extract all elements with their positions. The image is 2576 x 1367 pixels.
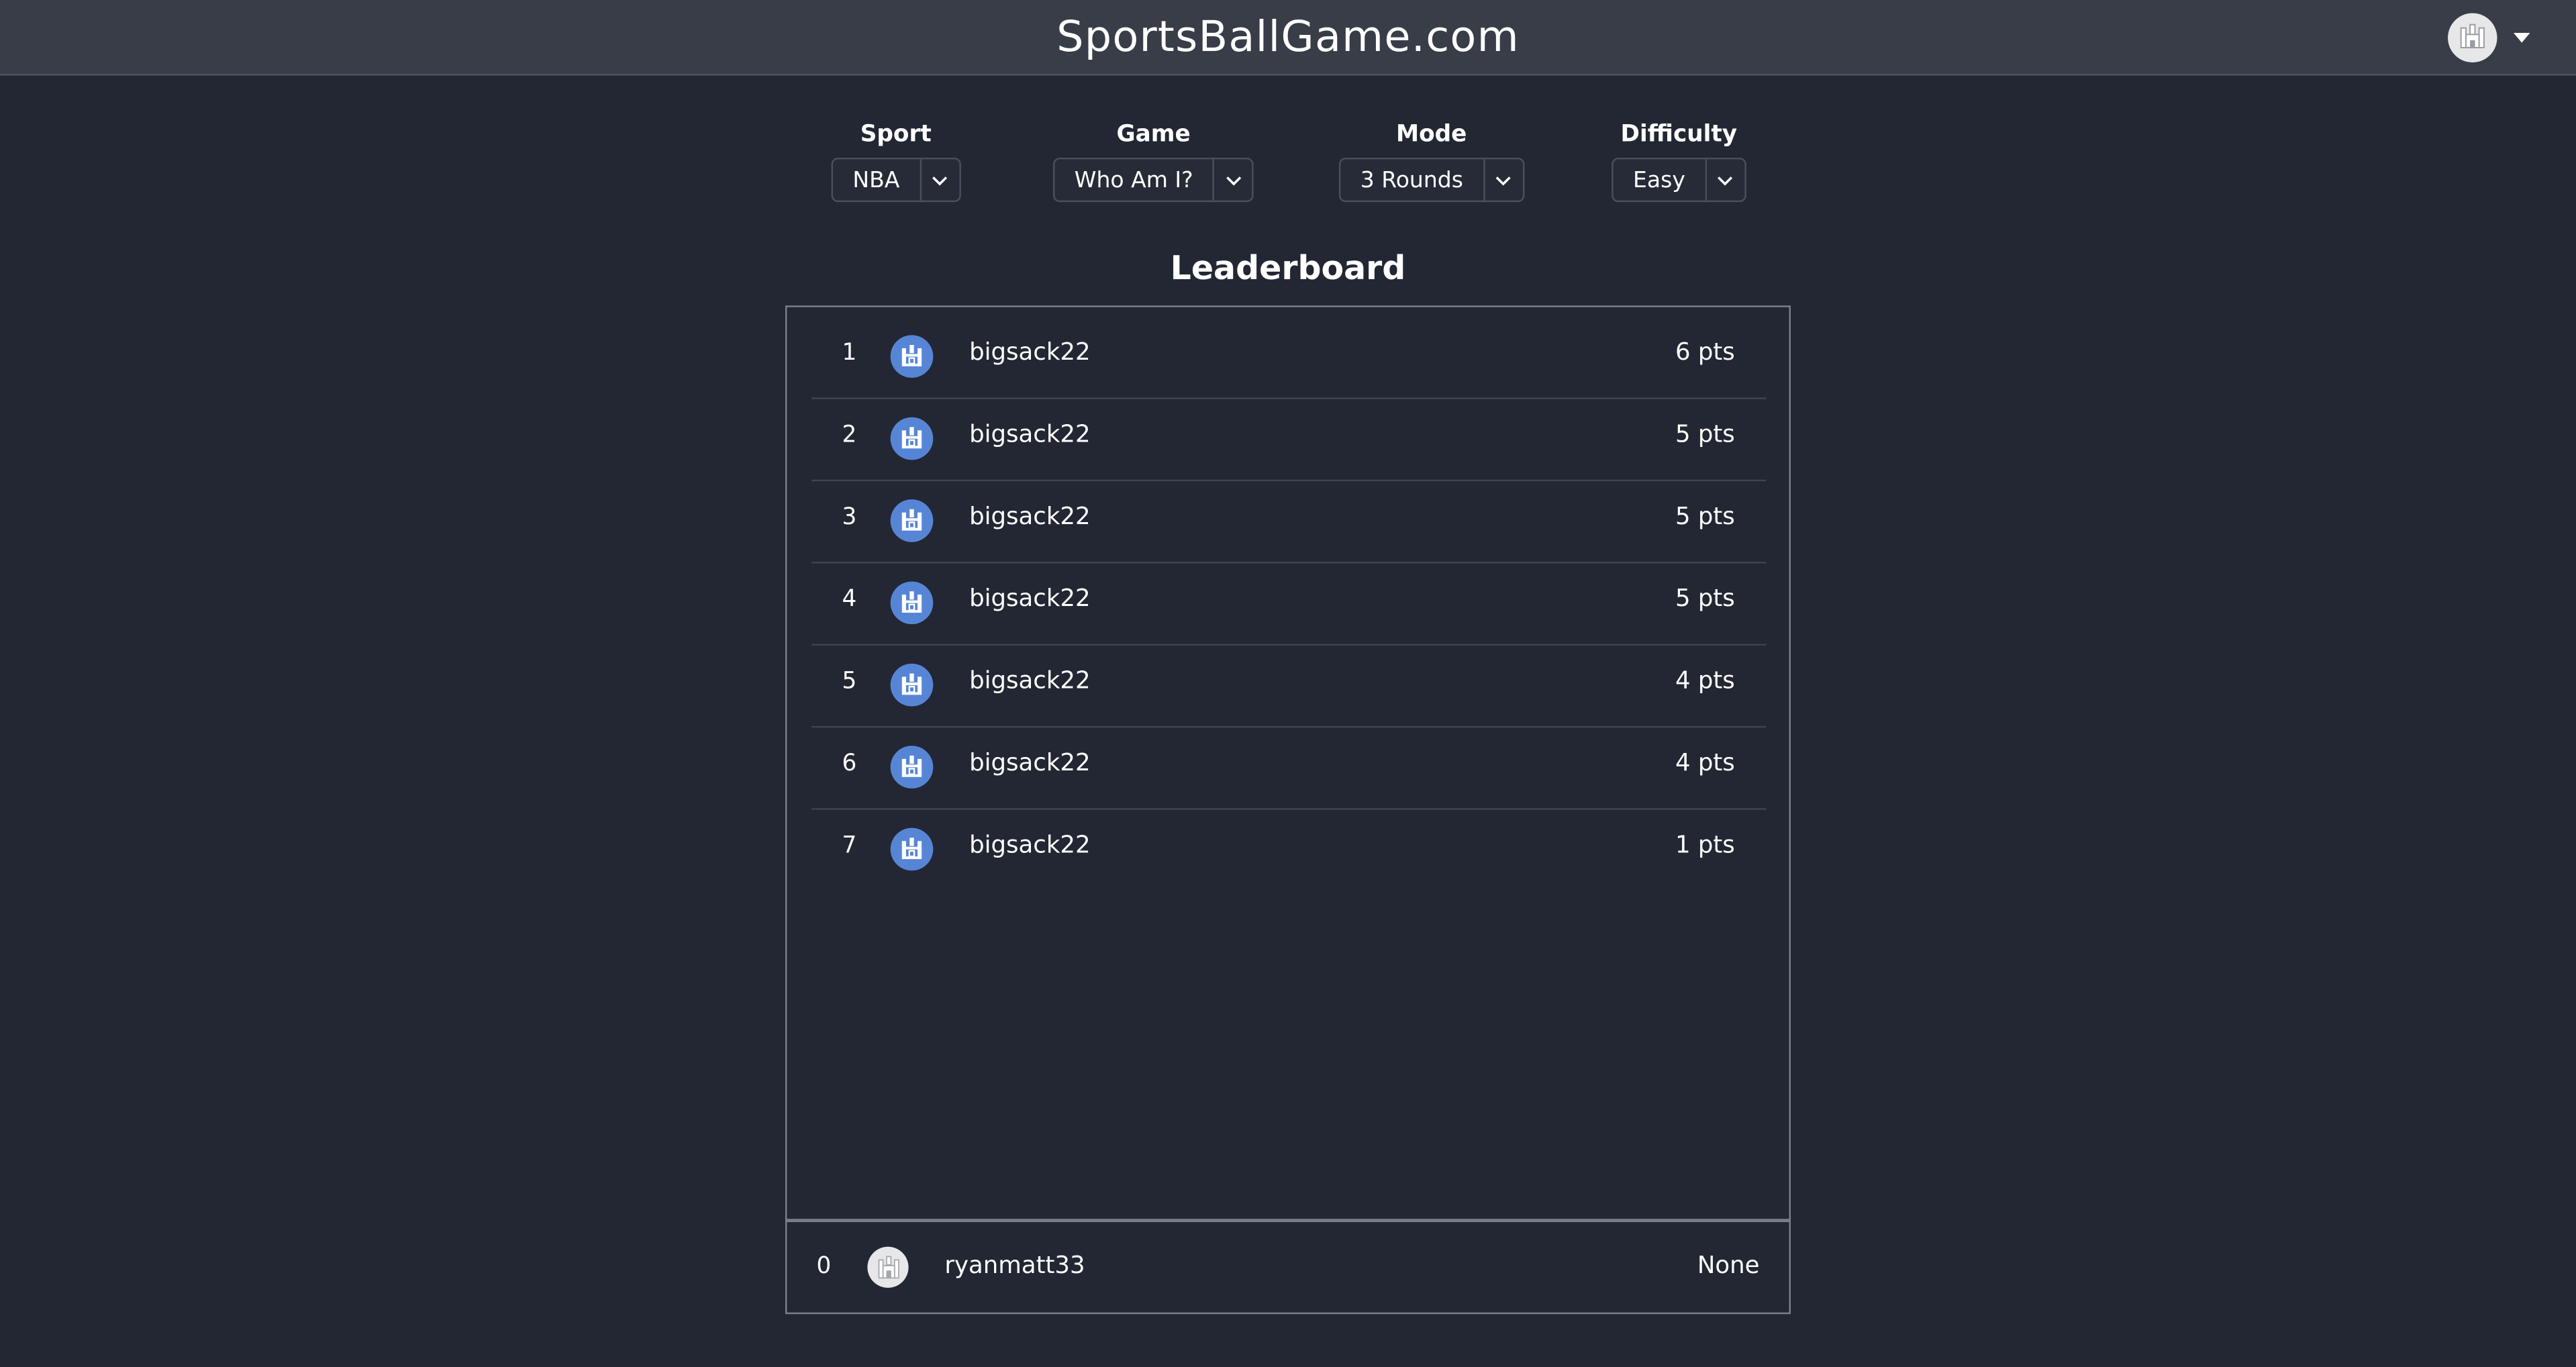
leaderboard-row[interactable]: 7 bigsack22 1 pts [811,810,1766,891]
current-user-row[interactable]: 0 ryanmatt33 None [785,1220,1791,1315]
rank-number: 6 [842,750,857,777]
rank-number: 4 [842,586,857,613]
sport-label: Sport [860,121,932,148]
chevron-down-icon[interactable] [1705,159,1744,201]
chevron-down-icon[interactable] [1483,159,1522,201]
castle-icon [867,1246,909,1288]
username: bigsack22 [969,668,1091,695]
leaderboard-row[interactable]: 3 bigsack22 5 pts [811,481,1767,564]
username: bigsack22 [969,586,1091,613]
top-header: SportsBallGame.com [0,0,2576,76]
rank-number: 7 [842,832,857,860]
leaderboard-row[interactable]: 4 bigsack22 5 pts [811,564,1767,646]
points: 5 pts [1675,586,1735,613]
leaderboard-row[interactable]: 6 bigsack22 4 pts [811,727,1767,810]
current-user-rank: 0 [816,1253,832,1280]
game-select-value[interactable]: Who Am I? [1054,159,1213,200]
points: 1 pts [1675,832,1735,860]
castle-icon [890,581,934,625]
username: bigsack22 [969,422,1091,449]
castle-icon [890,746,934,789]
game-filter: Game Who Am I? [1052,120,1254,203]
castle-icon [890,417,934,460]
chevron-down-icon[interactable] [919,159,959,201]
mode-select-value[interactable]: 3 Rounds [1340,159,1483,200]
difficulty-label: Difficulty [1620,121,1738,148]
leaderboard-row[interactable]: 1 bigsack22 6 pts [811,317,1767,399]
sport-select-value[interactable]: NBA [833,159,920,200]
points: 4 pts [1675,750,1735,777]
castle-icon [890,499,934,542]
difficulty-select[interactable]: Easy [1612,157,1746,203]
castle-icon [890,663,934,707]
castle-icon [890,335,934,378]
leaderboard-title: Leaderboard [1170,248,1406,288]
mode-filter: Mode 3 Rounds [1338,120,1524,203]
difficulty-filter: Difficulty Easy [1612,120,1746,203]
rank-number: 3 [842,504,857,531]
mode-select[interactable]: 3 Rounds [1338,157,1524,203]
caret-down-icon[interactable] [2513,32,2530,43]
castle-icon[interactable] [2448,13,2497,63]
user-menu[interactable] [2448,13,2530,63]
sport-select[interactable]: NBA [831,157,960,203]
username: bigsack22 [969,750,1091,777]
username: bigsack22 [969,504,1091,531]
points: 5 pts [1675,422,1735,449]
leaderboard-panel[interactable]: 1 bigsack22 6 pts 2 bigsack22 5 pts 3 bi… [785,305,1791,1221]
game-label: Game [1116,121,1191,148]
points: 5 pts [1675,504,1735,531]
sport-filter: Sport NBA [831,120,960,203]
current-user-name: ryanmatt33 [944,1253,1085,1280]
current-user-points: None [1697,1253,1760,1280]
mode-label: Mode [1396,121,1467,148]
points: 6 pts [1675,340,1735,366]
filter-bar: Sport NBA Game Who Am I? Mode 3 Rounds D… [0,120,2576,219]
castle-icon [890,827,934,871]
app-root: SportsBallGame.com Sport NBA Game Who Am… [0,0,2576,1367]
chevron-down-icon[interactable] [1213,159,1252,201]
rank-number: 1 [842,340,857,366]
username: bigsack22 [969,832,1091,860]
username: bigsack22 [969,340,1091,366]
leaderboard-row[interactable]: 5 bigsack22 4 pts [811,646,1767,728]
brand-title[interactable]: SportsBallGame.com [0,13,2576,62]
rank-number: 2 [842,422,857,449]
game-select[interactable]: Who Am I? [1052,157,1254,203]
leaderboard-row[interactable]: 2 bigsack22 5 pts [811,399,1767,482]
points: 4 pts [1675,668,1735,695]
rank-number: 5 [842,668,857,695]
difficulty-select-value[interactable]: Easy [1614,159,1705,200]
leaderboard-list: 1 bigsack22 6 pts 2 bigsack22 5 pts 3 bi… [811,317,1767,891]
